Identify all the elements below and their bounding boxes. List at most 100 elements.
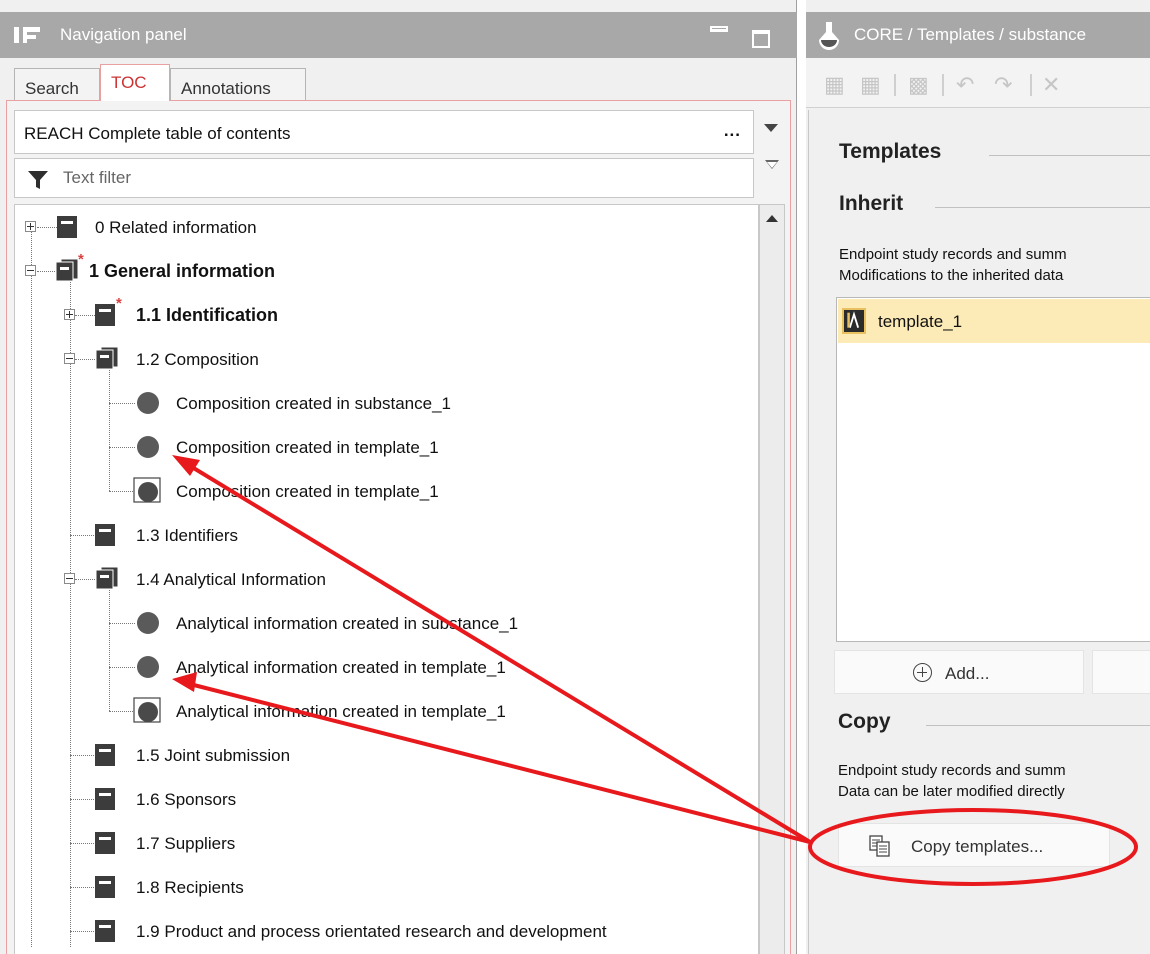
copy-description-line-1: Endpoint study records and summ <box>838 762 1066 779</box>
minimize-icon[interactable] <box>710 26 728 32</box>
tree-item-general-information[interactable]: * 1 General information <box>15 249 758 293</box>
tree-item-related-information[interactable]: 0 Related information <box>15 205 758 249</box>
tree-item-sponsors[interactable]: 1.6 Sponsors <box>15 777 758 821</box>
template-list-item[interactable]: template_1 <box>838 299 1150 343</box>
substance-flask-icon <box>819 22 839 50</box>
tab-search[interactable]: Search <box>14 68 100 100</box>
templates-heading: Templates <box>839 140 942 163</box>
modified-star-icon: * <box>116 295 122 312</box>
toc-selector[interactable]: REACH Complete table of contents ... <box>14 110 754 154</box>
filter-funnel-icon <box>28 171 48 189</box>
add-button-label: Add... <box>945 664 990 683</box>
tree-item-label: Analytical information created in templa… <box>176 658 506 677</box>
toc-tree: 0 Related information * 1 General inform… <box>14 204 759 954</box>
section-folder-icon <box>55 258 79 282</box>
tree-item-label: 1.2 Composition <box>136 350 259 369</box>
tree-item-joint-submission[interactable]: 1.5 Joint submission <box>15 733 758 777</box>
editor-panel: CORE / Templates / substance ▦ ▦ ▩ ↶ ↷ ✕… <box>806 0 1150 954</box>
inherited-record-icon <box>133 697 161 723</box>
tree-item-composition-template-inherited[interactable]: Composition created in template_1 <box>15 469 758 513</box>
editor-title: CORE / Templates / substance <box>854 25 1087 44</box>
tree-item-analytical-information[interactable]: 1.4 Analytical Information <box>15 557 758 601</box>
undo-icon[interactable]: ↶ <box>956 72 974 98</box>
tree-item-label: Analytical information created in templa… <box>176 702 506 721</box>
copy-templates-label: Copy templates... <box>911 837 1044 856</box>
tree-item-composition-substance[interactable]: Composition created in substance_1 <box>15 381 758 425</box>
tree-item-composition[interactable]: 1.2 Composition <box>15 337 758 381</box>
expand-icon[interactable] <box>25 221 36 232</box>
section-icon <box>95 832 115 854</box>
toc-dropdown-arrow-icon[interactable] <box>764 124 778 132</box>
copy-templates-button[interactable]: Copy templates... <box>838 823 1110 867</box>
collapse-icon[interactable] <box>64 353 75 364</box>
navigation-panel-icon <box>14 27 40 43</box>
filter-options-arrow-icon[interactable] <box>765 160 779 169</box>
tree-item-label: 1.8 Recipients <box>136 878 244 897</box>
toc-selector-more-button[interactable]: ... <box>724 121 741 141</box>
copy-heading: Copy <box>838 710 891 733</box>
tree-item-label: Analytical information created in substa… <box>176 614 519 633</box>
section-icon <box>95 920 115 942</box>
close-icon[interactable]: ✕ <box>1042 72 1060 98</box>
redo-icon[interactable]: ↷ <box>994 72 1012 98</box>
add-template-button[interactable]: Add... <box>834 650 1084 694</box>
inherit-description-line-2: Modifications to the inherited data <box>839 267 1064 284</box>
inherit-heading: Inherit <box>839 192 904 215</box>
navigation-panel: Navigation panel Search TOC Annotations … <box>0 0 797 954</box>
tree-item-analytical-template[interactable]: Analytical information created in templa… <box>15 645 758 689</box>
section-icon <box>95 788 115 810</box>
tree-item-analytical-substance[interactable]: Analytical information created in substa… <box>15 601 758 645</box>
tree-item-composition-template[interactable]: Composition created in template_1 <box>15 425 758 469</box>
scroll-up-icon[interactable] <box>766 215 778 222</box>
section-folder-icon <box>95 566 119 590</box>
record-icon <box>137 656 159 678</box>
collapse-icon[interactable] <box>64 573 75 584</box>
save-icon[interactable]: ▦ <box>824 72 845 98</box>
copy-icon <box>869 835 890 857</box>
tree-item-label: 1.3 Identifiers <box>136 526 239 545</box>
tree-item-label: 1.6 Sponsors <box>136 790 237 809</box>
tree-item-suppliers[interactable]: 1.7 Suppliers <box>15 821 758 865</box>
tree-item-label: 1.9 Product and process orientated resea… <box>136 922 607 941</box>
copy-description-line-2: Data can be later modified directly <box>838 783 1065 800</box>
editor-toolbar: ▦ ▦ ▩ ↶ ↷ ✕ <box>806 58 1150 108</box>
tab-annotations[interactable]: Annotations <box>170 68 306 100</box>
editor-titlebar: CORE / Templates / substance <box>806 12 1150 58</box>
collapse-icon[interactable] <box>25 265 36 276</box>
tree-item-analytical-template-inherited[interactable]: Analytical information created in templa… <box>15 689 758 733</box>
maximize-icon[interactable] <box>752 30 770 48</box>
inherited-templates-list: template_1 <box>836 297 1150 642</box>
tree-item-label: Composition created in template_1 <box>176 438 439 457</box>
tree-item-product-process-research[interactable]: 1.9 Product and process orientated resea… <box>15 909 758 953</box>
record-icon <box>137 392 159 414</box>
toc-selector-value: REACH Complete table of contents <box>24 124 291 143</box>
modified-star-icon: * <box>78 251 84 268</box>
tree-item-label: 1.5 Joint submission <box>136 746 291 765</box>
tree-item-label: 1.4 Analytical Information <box>136 570 326 589</box>
tree-item-identification[interactable]: * 1.1 Identification <box>15 293 758 337</box>
tree-item-label: 1.1 Identification <box>136 305 279 325</box>
text-filter <box>14 158 754 198</box>
template-item-label: template_1 <box>878 312 963 331</box>
section-icon <box>95 524 115 546</box>
record-icon <box>137 612 159 634</box>
record-icon <box>137 436 159 458</box>
text-filter-input[interactable] <box>63 165 723 191</box>
add-circle-icon <box>913 663 932 682</box>
tree-item-recipients[interactable]: 1.8 Recipients <box>15 865 758 909</box>
save-as-icon[interactable]: ▦ <box>860 72 881 98</box>
navigation-panel-titlebar: Navigation panel <box>0 12 797 58</box>
tree-item-label: 1.7 Suppliers <box>136 834 236 853</box>
tree-scrollbar[interactable] <box>759 204 785 954</box>
section-icon <box>95 744 115 766</box>
print-icon[interactable]: ▩ <box>908 72 929 98</box>
remove-template-button[interactable] <box>1092 650 1150 694</box>
template-icon <box>842 308 866 334</box>
tree-item-label: Composition created in template_1 <box>176 482 439 501</box>
tree-item-label: Composition created in substance_1 <box>176 394 451 413</box>
section-icon <box>95 876 115 898</box>
tab-toc[interactable]: TOC <box>100 64 170 101</box>
inherited-record-icon <box>133 477 161 503</box>
expand-icon[interactable] <box>64 309 75 320</box>
tree-item-identifiers[interactable]: 1.3 Identifiers <box>15 513 758 557</box>
